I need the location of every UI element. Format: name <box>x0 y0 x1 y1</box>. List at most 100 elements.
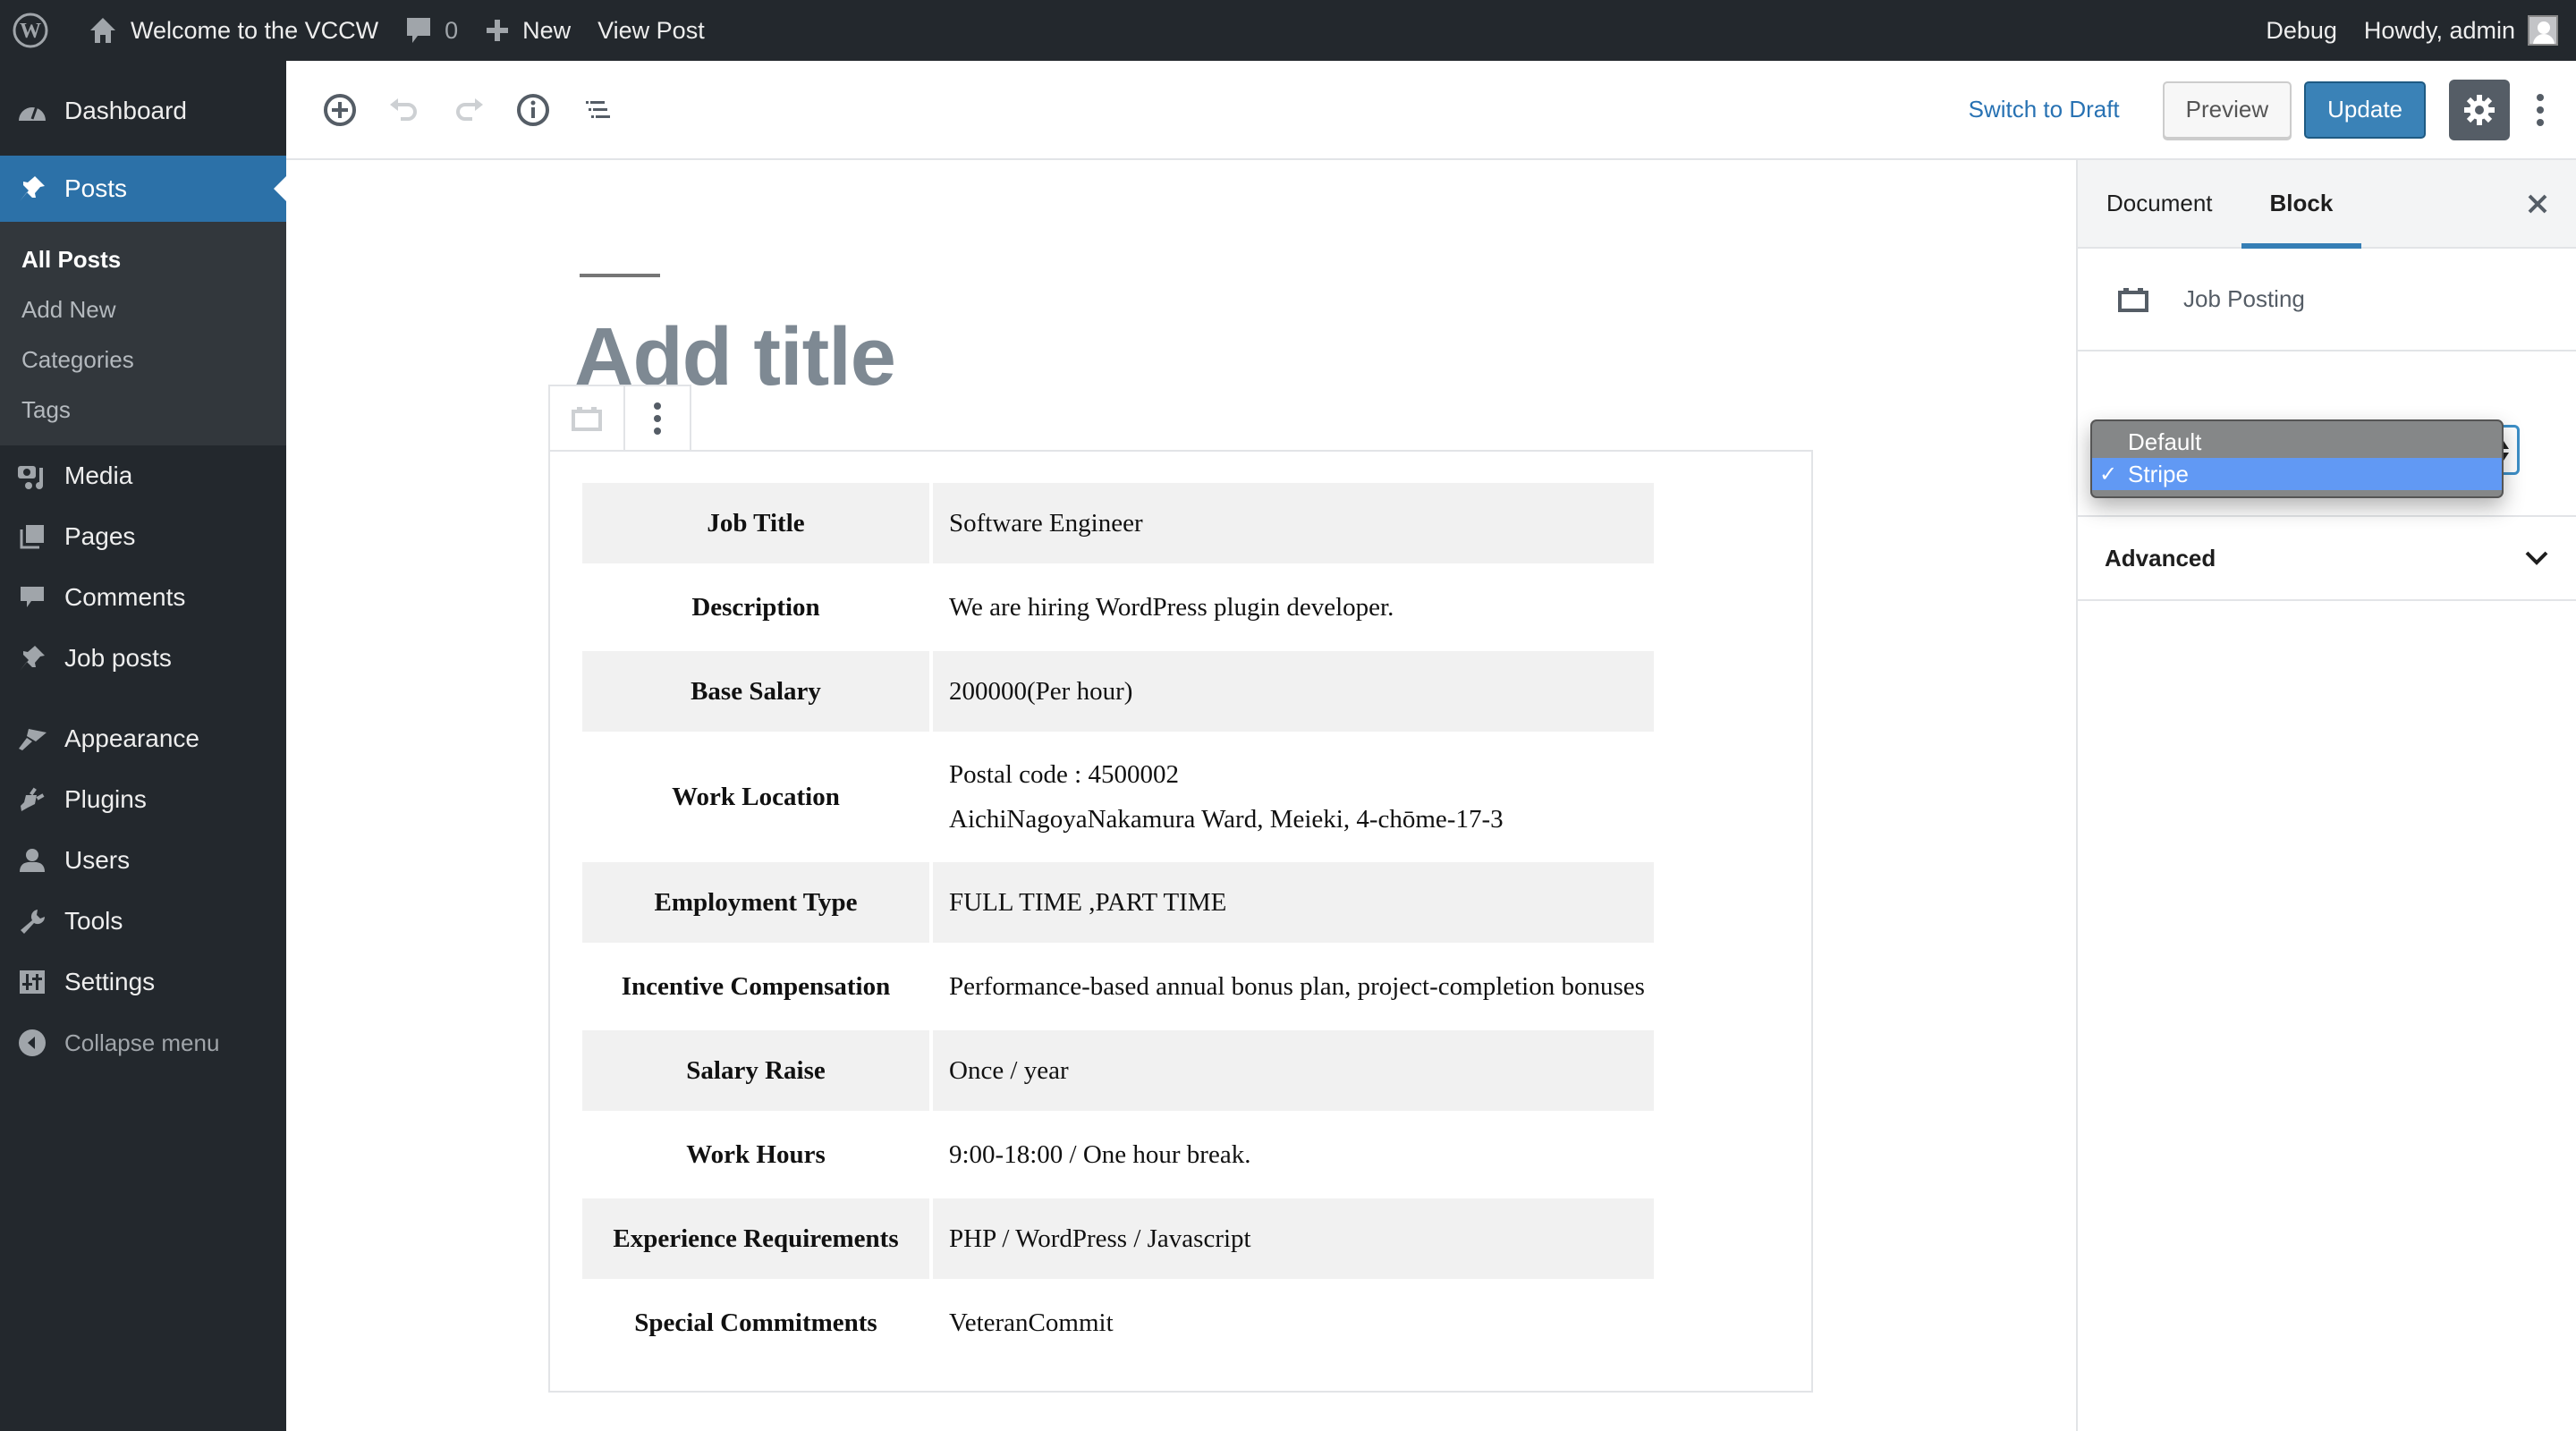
undo-button[interactable] <box>372 78 436 142</box>
sidebar-item-job-posts[interactable]: Job posts <box>0 628 286 689</box>
sidebar-item-media[interactable]: Media <box>0 445 286 506</box>
comment-icon <box>405 16 432 45</box>
sidebar-item-appearance[interactable]: Appearance <box>0 708 286 769</box>
row-value-line: Software Engineer <box>949 509 1143 538</box>
option-label: Stripe <box>2128 460 2189 487</box>
content-structure-button[interactable] <box>501 78 565 142</box>
sidebar-subitem-all-posts[interactable]: All Posts <box>0 234 286 284</box>
redo-button[interactable] <box>436 78 501 142</box>
tab-block[interactable]: Block <box>2241 160 2362 249</box>
update-button[interactable]: Update <box>2304 80 2426 139</box>
wrench-icon <box>16 905 48 937</box>
collapse-arrow-icon <box>16 1027 48 1059</box>
wordpress-logo-button[interactable]: W <box>0 0 74 61</box>
row-value-line: FULL TIME ,PART TIME <box>949 888 1227 917</box>
settings-toggle-button[interactable] <box>2449 79 2510 140</box>
sidebar-item-users[interactable]: Users <box>0 830 286 891</box>
sidebar-item-plugins[interactable]: Plugins <box>0 769 286 830</box>
sidebar-item-tools[interactable]: Tools <box>0 891 286 952</box>
sidebar-item-pages[interactable]: Pages <box>0 506 286 567</box>
row-value-line: Performance-based annual bonus plan, pro… <box>949 972 1645 1001</box>
new-content-link[interactable]: New <box>471 0 584 61</box>
howdy-label: Howdy, admin <box>2363 16 2515 44</box>
row-value[interactable]: We are hiring WordPress plugin developer… <box>933 567 1654 648</box>
row-value[interactable]: Performance-based annual bonus plan, pro… <box>933 946 1654 1027</box>
row-value[interactable]: Once / year <box>933 1030 1654 1111</box>
debug-label: Debug <box>2266 16 2337 44</box>
collapse-menu-button[interactable]: Collapse menu <box>0 1012 286 1073</box>
table-row: Description We are hiring WordPress plugi… <box>582 567 1654 648</box>
table-row: Work Hours 9:00-18:00 / One hour break. <box>582 1114 1654 1195</box>
job-posting-table: Job Title Software Engineer Description We … <box>579 479 1657 1367</box>
row-value[interactable]: Postal code : 4500002 AichiNagoyaNakamura… <box>933 735 1654 859</box>
block-type-switcher[interactable] <box>550 386 625 451</box>
row-value[interactable]: 9:00-18:00 / One hour break. <box>933 1114 1654 1195</box>
block-calendar-icon <box>2118 287 2148 312</box>
tab-document[interactable]: Document <box>2078 160 2241 247</box>
row-label: Job Title <box>582 483 929 563</box>
debug-link[interactable]: Debug <box>2252 0 2351 61</box>
block-toolbar <box>548 385 691 451</box>
sidebar-item-settings[interactable]: Settings <box>0 952 286 1012</box>
add-block-button[interactable] <box>308 78 372 142</box>
sidebar-label: Tools <box>64 907 123 935</box>
row-value[interactable]: VeteranCommit <box>933 1283 1654 1363</box>
plus-icon <box>485 18 510 43</box>
vertical-ellipsis-icon <box>654 402 661 435</box>
sidebar-label: Posts <box>64 174 128 202</box>
sidebar-item-posts[interactable]: Posts <box>0 156 286 222</box>
avatar <box>2528 15 2558 46</box>
posts-submenu: All Posts Add New Categories Tags <box>0 222 286 445</box>
plugin-icon <box>16 783 48 816</box>
sidebar-label: Appearance <box>64 724 200 752</box>
settings-icon <box>16 966 48 998</box>
row-value-line: Once / year <box>949 1056 1069 1085</box>
row-value[interactable]: PHP / WordPress / Javascript <box>933 1198 1654 1279</box>
row-value-line: 9:00-18:00 / One hour break. <box>949 1140 1251 1169</box>
pushpin-icon <box>16 173 48 205</box>
block-navigation-button[interactable] <box>565 78 630 142</box>
close-settings-button[interactable] <box>2517 183 2558 224</box>
row-value[interactable]: Software Engineer <box>933 483 1654 563</box>
block-more-options-button[interactable] <box>625 386 690 451</box>
row-value[interactable]: FULL TIME ,PART TIME <box>933 862 1654 943</box>
table-row: Experience Requirements PHP / WordPress /… <box>582 1198 1654 1279</box>
dropdown-option-default[interactable]: Default <box>2092 426 2502 458</box>
sidebar-item-dashboard[interactable]: Dashboard <box>0 80 286 141</box>
sidebar-subitem-add-new[interactable]: Add New <box>0 284 286 334</box>
my-account-link[interactable]: Howdy, admin <box>2351 0 2558 61</box>
view-post-link[interactable]: View Post <box>584 0 718 61</box>
sidebar-item-comments[interactable]: Comments <box>0 567 286 628</box>
table-row: Employment Type FULL TIME ,PART TIME <box>582 862 1654 943</box>
dashboard-icon <box>16 95 48 127</box>
table-row: Base Salary 200000(Per hour) <box>582 651 1654 732</box>
preview-button[interactable]: Preview <box>2162 80 2292 139</box>
row-label: Description <box>691 592 820 622</box>
switch-to-draft-button[interactable]: Switch to Draft <box>1944 96 2145 123</box>
home-icon <box>88 15 118 46</box>
row-value[interactable]: 200000(Per hour) <box>933 651 1654 732</box>
sidebar-label: Settings <box>64 968 156 995</box>
row-label: Base Salary <box>582 651 929 732</box>
row-label: Special Commitments <box>634 1308 877 1337</box>
info-icon <box>517 93 549 126</box>
list-outline-icon <box>586 100 610 118</box>
job-posting-block[interactable]: Job Title Software Engineer Description We … <box>548 450 1813 1393</box>
comments-link[interactable]: 0 <box>392 0 471 61</box>
user-icon <box>16 844 48 876</box>
dropdown-option-stripe[interactable]: ✓ Stripe <box>2092 458 2502 490</box>
comments-count: 0 <box>445 16 459 44</box>
more-options-button[interactable] <box>2513 80 2567 140</box>
block-card-title: Job Posting <box>2183 285 2305 312</box>
title-separator <box>580 274 660 277</box>
pushpin-icon <box>16 642 48 674</box>
table-row: Work Location Postal code : 4500002 AichiN… <box>582 735 1654 859</box>
sidebar-subitem-tags[interactable]: Tags <box>0 385 286 435</box>
site-name-link[interactable]: Welcome to the VCCW <box>74 0 392 61</box>
sidebar-label: Pages <box>64 522 136 550</box>
sidebar-subitem-categories[interactable]: Categories <box>0 334 286 385</box>
admin-sidebar: Dashboard Posts All Posts Add New Catego… <box>0 61 286 1431</box>
row-value-line: We are hiring WordPress plugin developer… <box>949 593 1394 622</box>
advanced-panel-toggle[interactable]: Advanced <box>2078 517 2576 601</box>
row-value-line: VeteranCommit <box>949 1308 1114 1337</box>
